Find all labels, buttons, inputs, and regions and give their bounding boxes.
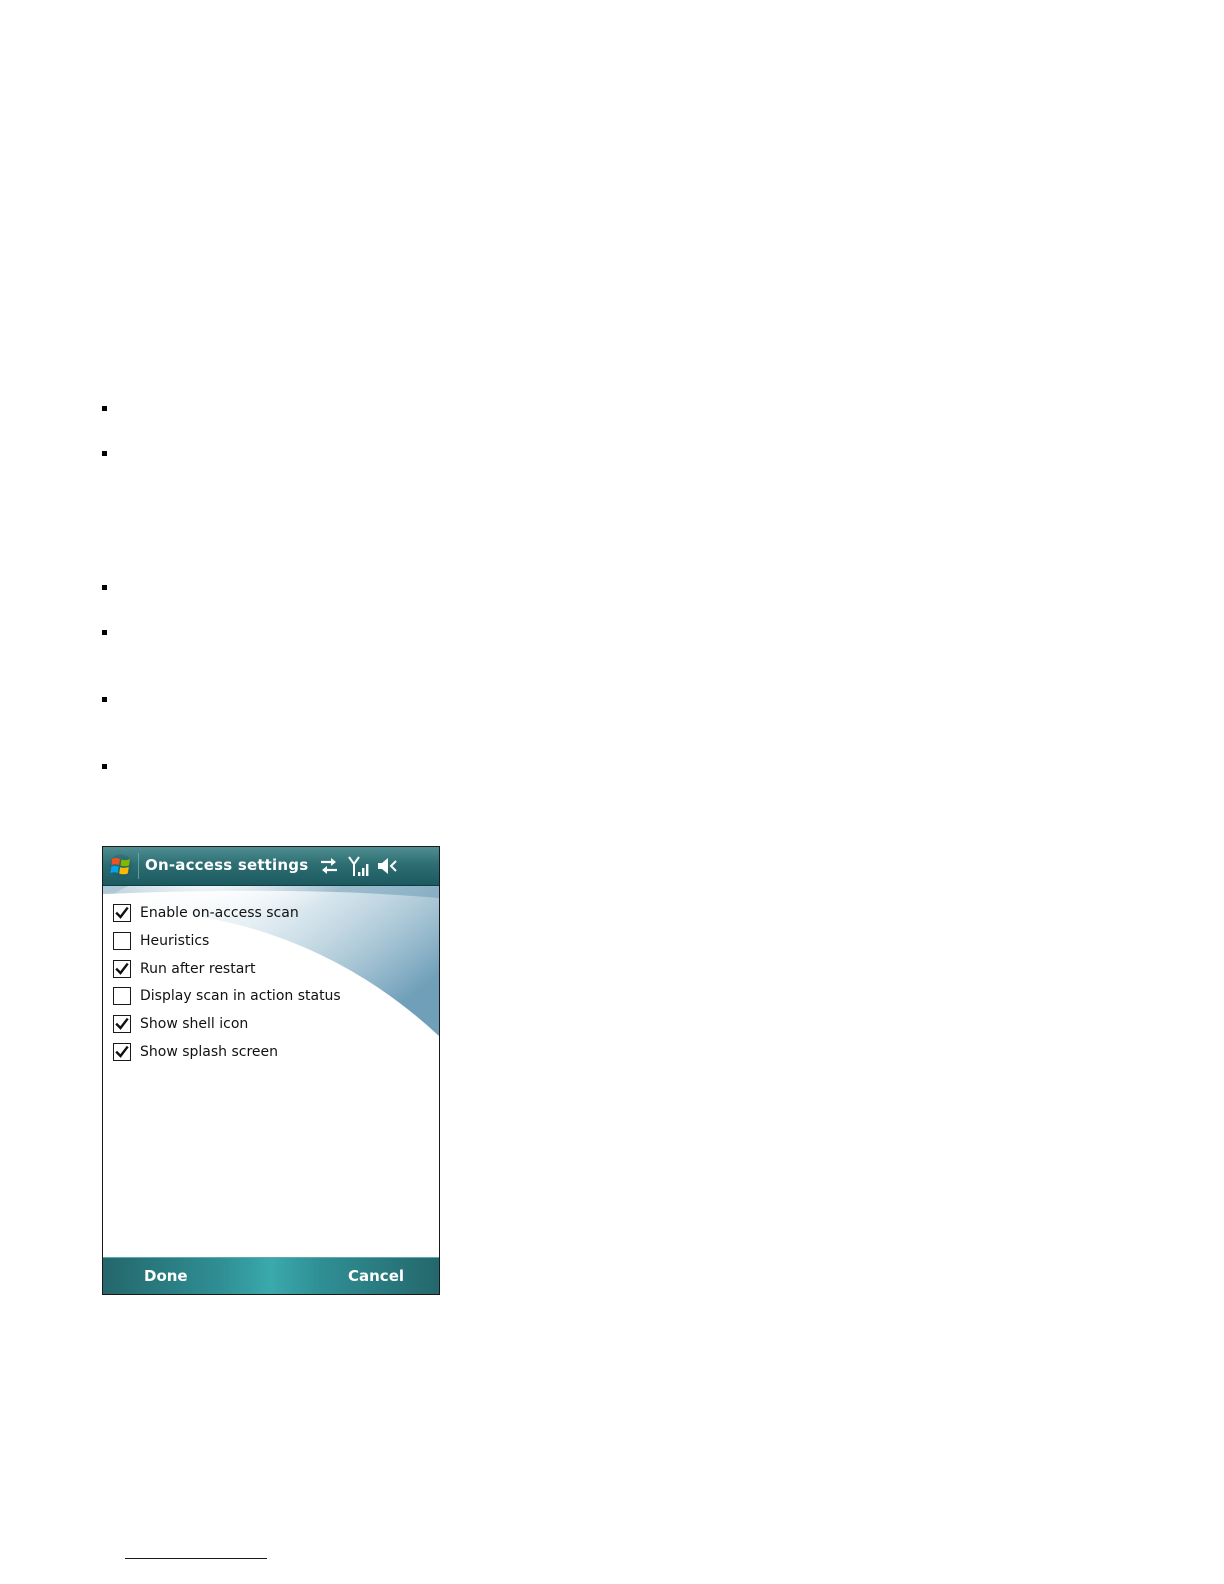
checkbox-label: Show shell icon (140, 1016, 249, 1033)
speaker-muted-icon[interactable] (376, 855, 400, 881)
checkbox-row[interactable]: Show shell icon (113, 1013, 248, 1035)
signal-strength-icon[interactable] (348, 855, 372, 883)
windows-start-icon[interactable] (109, 854, 133, 878)
checkbox-unchecked[interactable] (113, 931, 131, 950)
on-access-settings-screen: On-access settings Enable on-access scan… (102, 846, 440, 1295)
checkbox-row[interactable]: Heuristics (113, 930, 209, 952)
checkbox-row[interactable]: Run after restart (113, 958, 256, 980)
checkbox-checked[interactable] (113, 959, 131, 978)
checkbox-checked[interactable] (113, 1043, 131, 1061)
checkbox-label: Enable on-access scan (140, 905, 299, 921)
bullet-marker (102, 406, 107, 411)
bullet-marker (102, 585, 107, 590)
checkbox-row[interactable]: Display scan in action status (113, 985, 341, 1007)
bullet-marker (102, 630, 107, 635)
done-softkey[interactable]: Done (144, 1267, 188, 1285)
checkbox-checked[interactable] (113, 904, 131, 922)
checkbox-label: Display scan in action status (140, 988, 341, 1005)
bullet-marker (102, 451, 107, 456)
connectivity-icon[interactable] (318, 855, 340, 881)
settings-content: Enable on-access scan Heuristics Run after… (103, 886, 439, 1257)
checkbox-label: Show splash screen (140, 1044, 279, 1060)
bullet-marker (102, 764, 107, 769)
checkbox-checked[interactable] (113, 1015, 131, 1034)
checkbox-row[interactable]: Show splash screen (113, 1041, 278, 1063)
softkey-bar: Done Cancel (103, 1257, 439, 1294)
checkmark-icon (115, 1045, 129, 1058)
dialog-title: On-access settings (145, 856, 309, 874)
checkmark-icon (115, 906, 129, 919)
cancel-softkey[interactable]: Cancel (348, 1267, 404, 1285)
checkbox-label: Run after restart (140, 960, 256, 977)
checkbox-label: Heuristics (140, 932, 210, 949)
checkmark-icon (115, 962, 129, 975)
checkbox-unchecked[interactable] (113, 987, 131, 1006)
footnote-separator (125, 1558, 267, 1559)
title-bar: On-access settings (103, 847, 439, 886)
bullet-marker (102, 697, 107, 702)
checkbox-row[interactable]: Enable on-access scan (113, 902, 299, 924)
title-separator (138, 853, 139, 879)
checkmark-icon (115, 1018, 129, 1031)
